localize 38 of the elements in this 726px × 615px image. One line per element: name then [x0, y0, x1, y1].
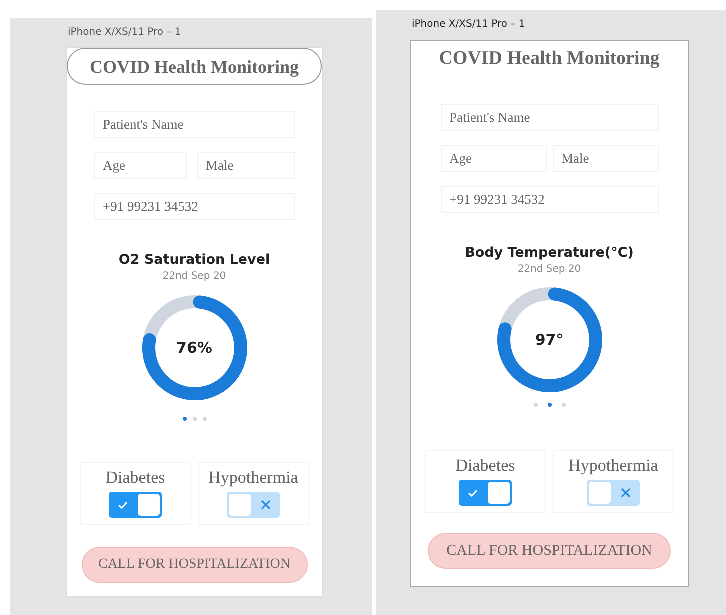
page-dot[interactable] [548, 403, 552, 407]
close-icon [260, 499, 272, 511]
toggle-label: Hypothermia [568, 456, 658, 476]
artboard-label: iPhone X/XS/11 Pro – 1 [67, 26, 182, 40]
input-field[interactable]: Patient's Name [94, 111, 295, 138]
input-field[interactable]: Male [197, 152, 295, 179]
page-dot[interactable] [202, 417, 206, 421]
toggle-label: Diabetes [456, 456, 516, 476]
page-dot[interactable] [534, 403, 538, 407]
toggle-switch[interactable] [587, 480, 640, 506]
input-field[interactable]: Age [440, 145, 546, 172]
ring-reading: 97° [535, 331, 564, 349]
ring-reading: 76% [176, 339, 212, 357]
page-dot[interactable] [182, 417, 186, 421]
input-field[interactable]: +91 99231 34532 [440, 186, 658, 213]
chart-date: 22nd Sep 20 [518, 264, 582, 275]
close-icon [620, 487, 632, 499]
input-field[interactable]: +91 99231 34532 [94, 193, 295, 220]
app-title: COVID Health Monitoring [438, 47, 661, 71]
toggle-label: Diabetes [106, 468, 166, 488]
page-dot[interactable] [192, 417, 196, 421]
toggle-switch[interactable] [109, 492, 162, 518]
hospitalization-button[interactable]: CALL FOR HOSPITALIZATION [428, 533, 671, 569]
check-icon [467, 487, 479, 499]
toggle-switch[interactable] [227, 492, 280, 518]
input-field[interactable]: Age [94, 152, 187, 179]
toggle-label: Hypothermia [208, 468, 298, 488]
artboard-label: iPhone X/XS/11 Pro – 1 [411, 18, 526, 32]
chart-title: Body Temperature(°C) [465, 245, 634, 261]
chart-title: O2 Saturation Level [118, 252, 270, 268]
input-field[interactable]: Male [552, 145, 658, 172]
input-field[interactable]: Patient's Name [440, 104, 658, 131]
toggle-switch[interactable] [459, 480, 512, 506]
page-dot[interactable] [562, 403, 566, 407]
check-icon [117, 499, 129, 511]
chart-date: 22nd Sep 20 [162, 271, 226, 282]
hospitalization-button[interactable]: CALL FOR HOSPITALIZATION [82, 547, 308, 583]
title-pill: COVID Health Monitoring [67, 48, 322, 85]
